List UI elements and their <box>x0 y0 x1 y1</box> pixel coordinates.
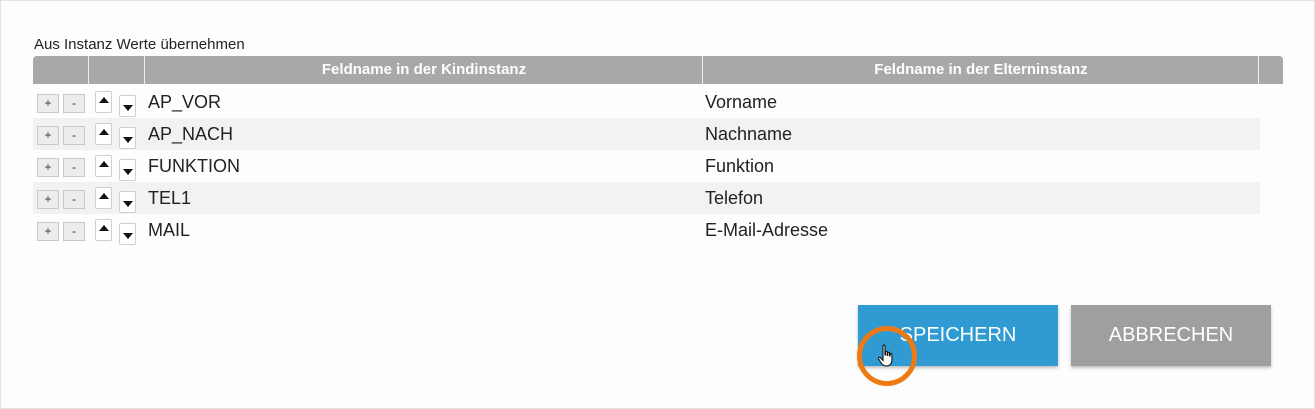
add-row-button[interactable]: + <box>37 126 59 145</box>
move-down-button[interactable] <box>119 159 136 181</box>
move-up-button[interactable] <box>95 123 112 145</box>
triangle-down-icon <box>123 137 133 143</box>
parent-field-name: Nachname <box>705 124 793 144</box>
parent-field-name: E-Mail-Adresse <box>705 220 829 240</box>
parent-field-name: Telefon <box>705 188 764 208</box>
add-row-button[interactable]: + <box>37 158 59 177</box>
triangle-up-icon <box>99 129 109 135</box>
header-parent-field[interactable]: Feldname in der Elterninstanz <box>702 56 1259 84</box>
triangle-down-icon <box>123 201 133 207</box>
parent-field-name: Vorname <box>705 92 778 112</box>
hand-pointer-icon <box>877 344 893 367</box>
child-field-name: AP_VOR <box>148 92 222 112</box>
triangle-up-icon <box>99 97 109 103</box>
header-spacer <box>1258 56 1284 84</box>
move-down-button[interactable] <box>119 223 136 245</box>
move-up-button[interactable] <box>95 219 112 241</box>
triangle-up-icon <box>99 193 109 199</box>
header-actions <box>33 56 88 84</box>
remove-row-button[interactable]: - <box>63 126 85 145</box>
triangle-down-icon <box>123 105 133 111</box>
section-title: Aus Instanz Werte übernehmen <box>34 36 245 53</box>
table-header: Feldname in der Kindinstanz Feldname in … <box>33 56 1283 84</box>
move-up-button[interactable] <box>95 155 112 177</box>
table-row: + - AP_VOR Vorname <box>33 86 1260 118</box>
table-row: + - AP_NACH Nachname <box>33 118 1260 150</box>
move-down-button[interactable] <box>119 191 136 213</box>
child-field-name: AP_NACH <box>148 124 234 144</box>
cancel-button[interactable]: ABBRECHEN <box>1071 305 1271 366</box>
move-down-button[interactable] <box>119 95 136 117</box>
child-field-name: FUNKTION <box>148 156 240 176</box>
table-row: + - FUNKTION Funktion <box>33 150 1260 182</box>
child-field-name: MAIL <box>148 220 191 240</box>
parent-field-name: Funktion <box>705 156 775 176</box>
add-row-button[interactable]: + <box>37 94 59 113</box>
move-down-button[interactable] <box>119 127 136 149</box>
child-field-name: TEL1 <box>148 188 192 208</box>
table-body: + - AP_VOR Vorname + - AP_NACH Nachname … <box>33 86 1260 246</box>
move-up-button[interactable] <box>95 91 112 113</box>
dialog-panel: Aus Instanz Werte übernehmen Feldname in… <box>0 0 1315 409</box>
triangle-up-icon <box>99 225 109 231</box>
triangle-down-icon <box>123 169 133 175</box>
header-order <box>88 56 145 84</box>
table-row: + - MAIL E-Mail-Adresse <box>33 214 1260 246</box>
table-row: + - TEL1 Telefon <box>33 182 1260 214</box>
triangle-up-icon <box>99 161 109 167</box>
remove-row-button[interactable]: - <box>63 94 85 113</box>
move-up-button[interactable] <box>95 187 112 209</box>
header-child-field[interactable]: Feldname in der Kindinstanz <box>144 56 703 84</box>
remove-row-button[interactable]: - <box>63 222 85 241</box>
remove-row-button[interactable]: - <box>63 158 85 177</box>
triangle-down-icon <box>123 233 133 239</box>
add-row-button[interactable]: + <box>37 222 59 241</box>
add-row-button[interactable]: + <box>37 190 59 209</box>
remove-row-button[interactable]: - <box>63 190 85 209</box>
